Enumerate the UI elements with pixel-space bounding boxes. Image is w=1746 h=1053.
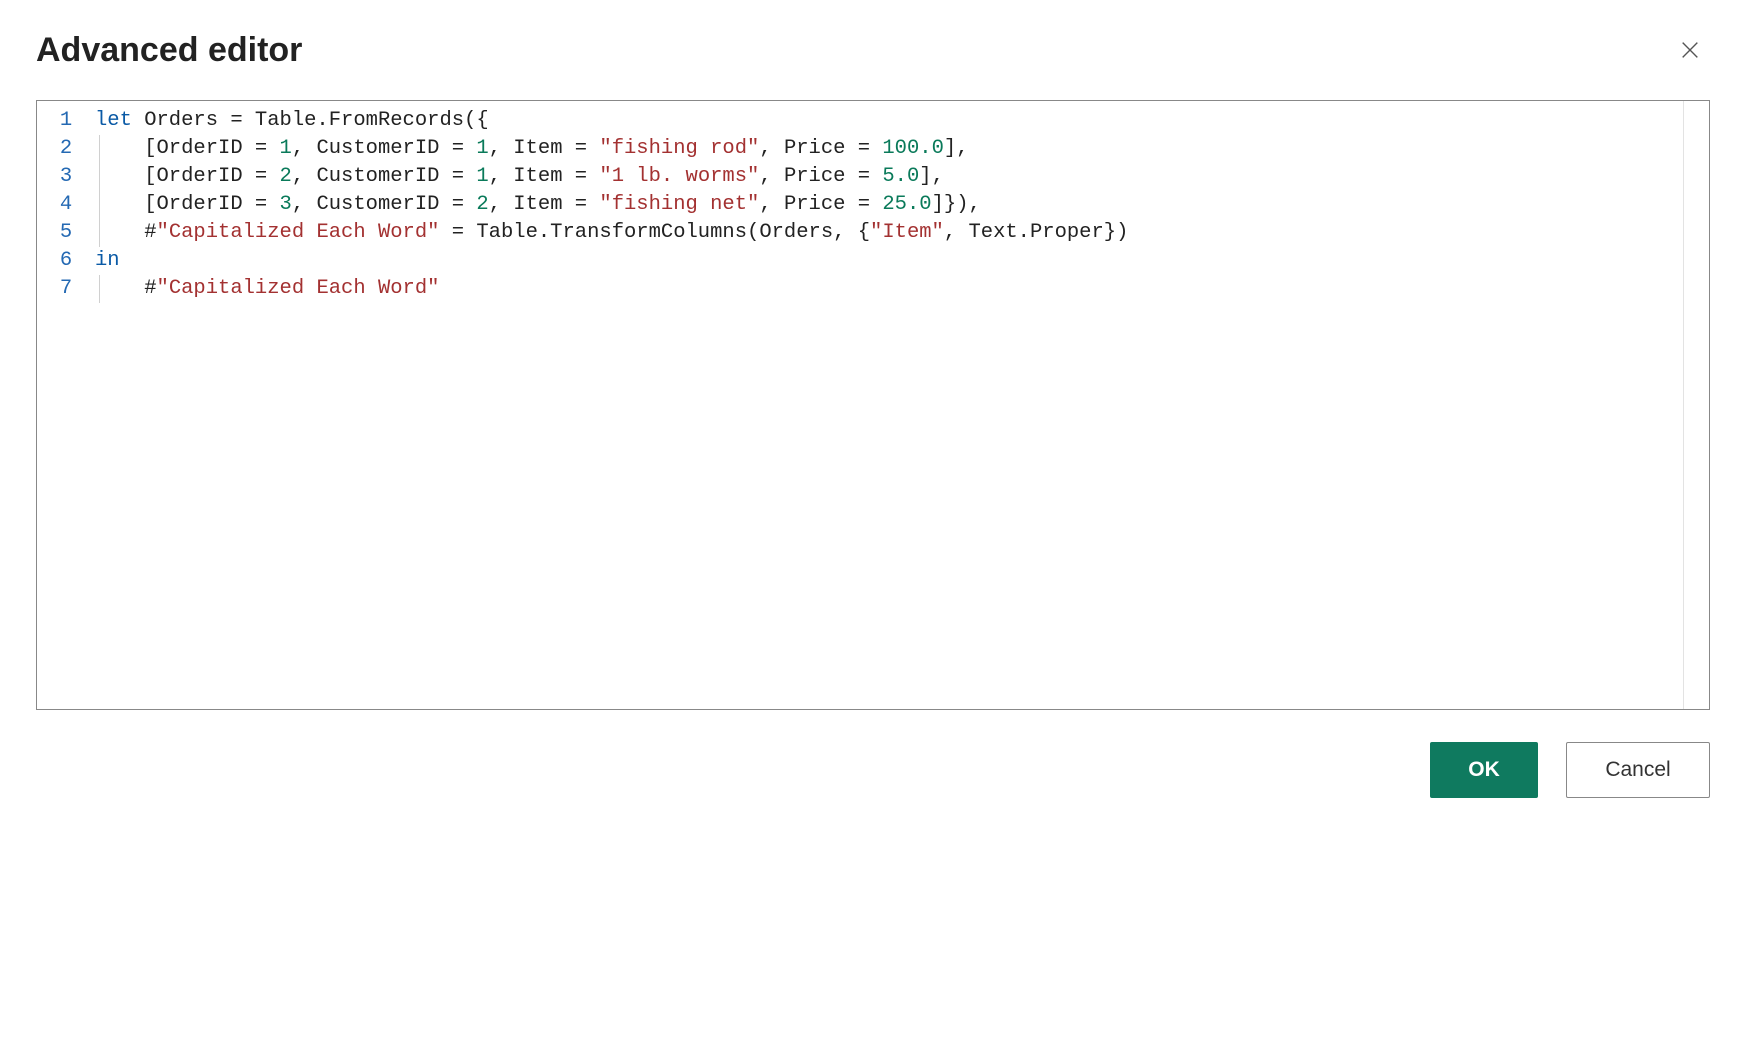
line-number: 2: [37, 135, 95, 163]
dialog-header: Advanced editor: [36, 30, 1710, 70]
cancel-button[interactable]: Cancel: [1566, 742, 1710, 798]
line-number: 1: [37, 107, 95, 135]
line-number: 3: [37, 163, 95, 191]
line-number-gutter: 1234567: [37, 101, 95, 709]
ok-button[interactable]: OK: [1430, 742, 1538, 798]
advanced-editor-dialog: Advanced editor 1234567 let Orders = Tab…: [0, 0, 1746, 838]
code-editor[interactable]: 1234567 let Orders = Table.FromRecords({…: [36, 100, 1710, 710]
code-area[interactable]: let Orders = Table.FromRecords({ [OrderI…: [95, 101, 1683, 709]
code-line[interactable]: #"Capitalized Each Word": [95, 275, 1683, 303]
vertical-scrollbar[interactable]: [1683, 101, 1709, 709]
code-line[interactable]: [OrderID = 3, CustomerID = 2, Item = "fi…: [95, 191, 1683, 219]
line-number: 6: [37, 247, 95, 275]
code-line[interactable]: [OrderID = 1, CustomerID = 1, Item = "fi…: [95, 135, 1683, 163]
line-number: 5: [37, 219, 95, 247]
code-line[interactable]: let Orders = Table.FromRecords({: [95, 107, 1683, 135]
line-number: 4: [37, 191, 95, 219]
close-button[interactable]: [1670, 30, 1710, 70]
close-icon: [1679, 39, 1701, 61]
dialog-footer: OK Cancel: [36, 742, 1710, 798]
line-number: 7: [37, 275, 95, 303]
code-line[interactable]: #"Capitalized Each Word" = Table.Transfo…: [95, 219, 1683, 247]
code-line[interactable]: in: [95, 247, 1683, 275]
dialog-title: Advanced editor: [36, 31, 302, 70]
code-line[interactable]: [OrderID = 2, CustomerID = 1, Item = "1 …: [95, 163, 1683, 191]
